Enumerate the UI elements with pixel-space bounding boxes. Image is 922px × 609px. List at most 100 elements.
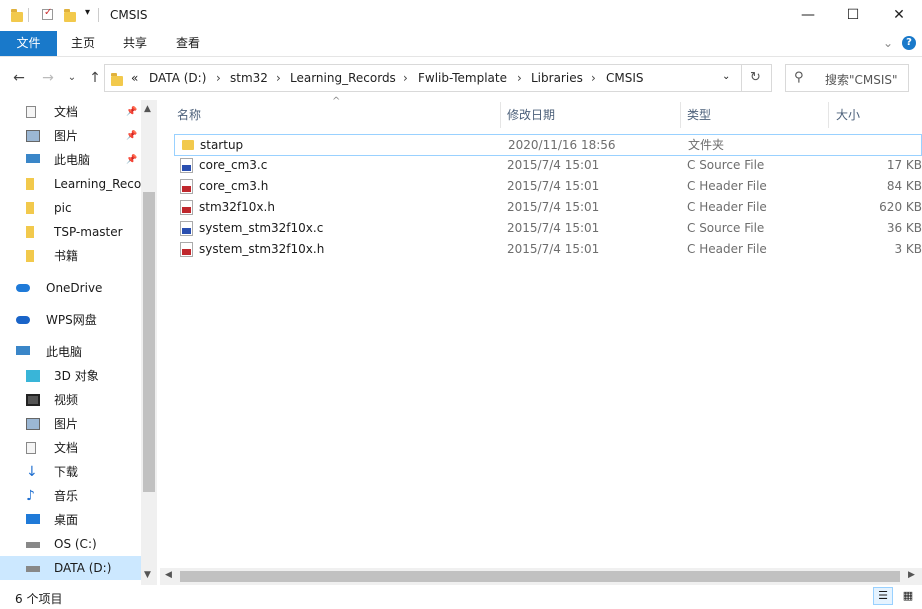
window-title: CMSIS — [110, 8, 148, 22]
scroll-up-icon[interactable]: ▲ — [144, 104, 151, 114]
minimize-button[interactable]: — — [785, 0, 831, 31]
file-size: 620 KB — [879, 200, 922, 214]
file-list[interactable]: ^ 名称 修改日期 类型 大小 startup 2020/11/16 18:56 文… — [160, 96, 922, 585]
sidebar-item[interactable]: 此电脑 📌 — [0, 148, 141, 172]
sidebar-item[interactable]: 图片 📌 — [0, 124, 141, 148]
breadcrumb-cmsis[interactable]: CMSIS — [606, 71, 644, 85]
file-row[interactable]: core_cm3.h 2015/7/4 15:01 C Header File 84 … — [174, 176, 922, 197]
back-button[interactable]: ← — [10, 69, 28, 87]
breadcrumb-separator[interactable]: › — [403, 71, 408, 85]
search-placeholder: 搜索"CMSIS" — [825, 73, 898, 87]
sidebar-item[interactable]: ♪ 音乐 — [0, 484, 141, 508]
scroll-right-icon[interactable]: ▶ — [908, 570, 915, 580]
breadcrumb-separator[interactable]: › — [216, 71, 221, 85]
breadcrumb-learning-records[interactable]: Learning_Records — [290, 71, 396, 85]
file-name: core_cm3.c — [199, 158, 268, 172]
sidebar-item[interactable]: 图片 — [0, 412, 141, 436]
up-button[interactable]: ↑ — [86, 69, 104, 87]
sidebar-item[interactable]: 书籍 — [0, 244, 141, 268]
new-folder-icon[interactable] — [64, 8, 77, 22]
address-overflow[interactable]: « — [131, 71, 138, 85]
customize-toolbar-icon[interactable]: ▾ — [85, 7, 90, 18]
refresh-button[interactable]: ↻ — [750, 70, 761, 85]
file-date: 2015/7/4 15:01 — [507, 158, 600, 172]
scrollbar-thumb[interactable] — [180, 571, 900, 582]
file-row[interactable]: system_stm32f10x.h 2015/7/4 15:01 C Header… — [174, 239, 922, 260]
breadcrumb-fwlib-template[interactable]: Fwlib-Template — [418, 71, 507, 85]
tab-share[interactable]: 共享 — [112, 31, 158, 56]
pin-icon[interactable]: 📌 — [126, 100, 137, 124]
3d-objects-icon — [26, 370, 40, 382]
maximize-button[interactable]: ☐ — [830, 0, 876, 31]
breadcrumb-separator[interactable]: › — [276, 71, 281, 85]
sidebar-item[interactable]: 视频 — [0, 388, 141, 412]
sidebar-item[interactable]: WPS网盘 — [0, 308, 141, 332]
file-size: 17 KB — [886, 158, 922, 172]
pin-icon[interactable]: 📌 — [126, 148, 137, 172]
column-header-size[interactable]: 大小 — [836, 106, 860, 123]
file-date: 2020/11/16 18:56 — [508, 138, 616, 152]
search-input[interactable]: ⚲ 搜索"CMSIS" — [785, 64, 909, 92]
search-icon: ⚲ — [794, 70, 804, 85]
scroll-down-icon[interactable]: ▼ — [144, 570, 151, 580]
sidebar-item[interactable]: OS (C:) — [0, 532, 141, 556]
sidebar-item[interactable]: pic — [0, 196, 141, 220]
videos-icon — [26, 394, 40, 406]
sidebar-item-label: DATA (D:) — [54, 561, 112, 575]
file-date: 2015/7/4 15:01 — [507, 200, 600, 214]
file-row[interactable]: startup 2020/11/16 18:56 文件夹 — [174, 134, 922, 156]
sidebar-item[interactable]: 桌面 — [0, 508, 141, 532]
forward-button[interactable]: → — [39, 69, 57, 87]
sidebar-item[interactable]: 此电脑 — [0, 340, 141, 364]
column-header-type[interactable]: 类型 — [687, 106, 711, 123]
recent-locations-button[interactable]: ⌄ — [63, 69, 81, 87]
file-row[interactable]: system_stm32f10x.c 2015/7/4 15:01 C Source… — [174, 218, 922, 239]
address-bar[interactable]: « DATA (D:) › stm32 › Learning_Records ›… — [104, 64, 772, 92]
folder-icon — [11, 8, 24, 22]
file-date: 2015/7/4 15:01 — [507, 242, 600, 256]
breadcrumb-separator[interactable]: › — [517, 71, 522, 85]
sidebar-item[interactable]: TSP-master — [0, 220, 141, 244]
file-name: core_cm3.h — [199, 179, 269, 193]
sidebar-item[interactable]: 文档 📌 — [0, 100, 141, 124]
item-count: 6 个项目 — [15, 592, 63, 606]
file-name: system_stm32f10x.h — [199, 242, 325, 256]
close-button[interactable]: ✕ — [876, 0, 922, 31]
sidebar-item[interactable]: 3D 对象 — [0, 364, 141, 388]
details-view-icon[interactable]: ☰ — [873, 587, 893, 605]
tab-home[interactable]: 主页 — [60, 31, 106, 56]
scrollbar-thumb[interactable] — [143, 192, 155, 492]
pictures-icon — [26, 418, 40, 430]
properties-icon[interactable]: ✓ — [42, 7, 53, 20]
music-icon: ♪ — [26, 488, 35, 504]
column-header-date[interactable]: 修改日期 — [507, 106, 555, 123]
breadcrumb-data-drive[interactable]: DATA (D:) — [149, 71, 206, 85]
column-header-name[interactable]: 名称 — [177, 106, 201, 123]
file-type: C Header File — [687, 242, 767, 256]
large-icons-view-icon[interactable]: ▦ — [898, 587, 918, 605]
horizontal-scrollbar[interactable]: ◀ ▶ — [160, 568, 922, 585]
sidebar-item[interactable]: Learning_Records — [0, 172, 141, 196]
folder-icon — [26, 250, 34, 262]
sidebar-item[interactable]: OneDrive — [0, 276, 141, 300]
tab-view[interactable]: 查看 — [165, 31, 211, 56]
tab-file[interactable]: 文件 — [0, 31, 57, 56]
file-row[interactable]: core_cm3.c 2015/7/4 15:01 C Source File 17 … — [174, 155, 922, 176]
sidebar-item[interactable]: DATA (D:) — [0, 556, 141, 580]
sidebar-item-label: 下载 — [54, 465, 79, 479]
file-row[interactable]: stm32f10x.h 2015/7/4 15:01 C Header File 62… — [174, 197, 922, 218]
breadcrumb-libraries[interactable]: Libraries — [531, 71, 583, 85]
help-icon[interactable]: ? — [902, 36, 916, 50]
pin-icon[interactable]: 📌 — [126, 124, 137, 148]
sidebar-item[interactable]: ↓ 下载 — [0, 460, 141, 484]
address-dropdown-icon[interactable]: ⌄ — [722, 71, 730, 82]
breadcrumb-separator[interactable]: › — [591, 71, 596, 85]
breadcrumb-stm32[interactable]: stm32 — [230, 71, 268, 85]
drive-icon — [26, 566, 40, 572]
file-size: 36 KB — [886, 221, 922, 235]
expand-ribbon-icon[interactable]: ⌄ — [880, 31, 896, 56]
sidebar-item[interactable]: 文档 — [0, 436, 141, 460]
navigation-pane[interactable]: 文档 📌 图片 📌 此电脑 📌 Learning_Recordspic TSP-master 书… — [0, 100, 157, 585]
sidebar-scrollbar[interactable]: ▲ ▼ — [141, 100, 157, 585]
scroll-left-icon[interactable]: ◀ — [165, 570, 172, 580]
